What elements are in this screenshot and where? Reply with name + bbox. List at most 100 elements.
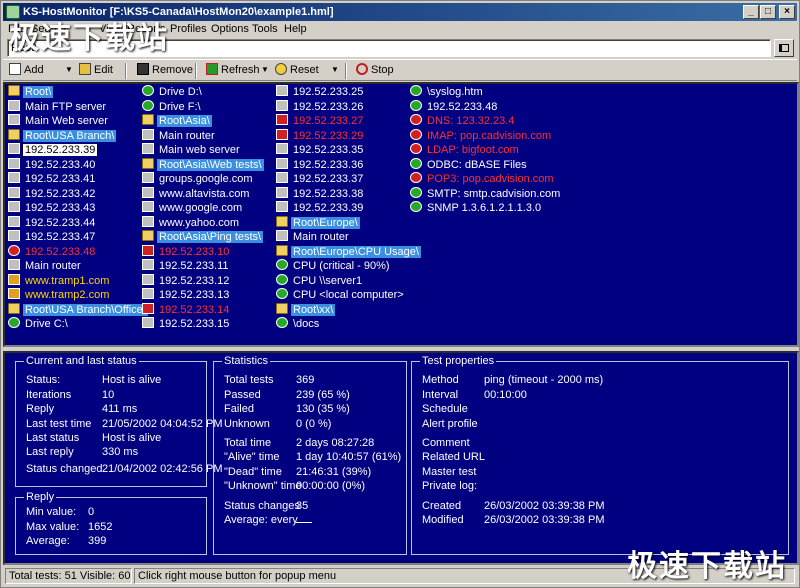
edit-button[interactable]: Edit <box>79 63 113 79</box>
field-value: 35 <box>296 500 309 512</box>
host-item[interactable]: www.tramp2.com <box>8 288 111 302</box>
host-item[interactable]: Main router <box>8 259 83 273</box>
host-item[interactable]: 192.52.233.39 <box>8 143 99 157</box>
host-item[interactable]: 192.52.233.48 <box>8 244 97 259</box>
host-item[interactable]: Main router <box>276 230 351 244</box>
host-item[interactable]: 192.52.233.36 <box>276 157 365 172</box>
host-item[interactable]: SNMP 1.3.6.1.2.1.1.3.0 <box>410 201 543 215</box>
host-item[interactable]: 192.52.233.12 <box>142 273 231 288</box>
host-item[interactable]: groups.google.com <box>142 172 255 186</box>
computer-icon <box>142 186 154 198</box>
field-value: Host is alive <box>102 432 162 444</box>
host-item[interactable]: 192.52.233.40 <box>8 157 97 172</box>
menu-profiles[interactable]: Profiles <box>170 23 207 35</box>
host-item[interactable]: Main FTP server <box>8 99 108 114</box>
host-item[interactable]: \syslog.htm <box>410 85 485 99</box>
reset-dropdown-icon[interactable]: ▼ <box>331 65 339 74</box>
host-label: 192.52.233.39 <box>293 202 364 214</box>
folder-item[interactable]: Root\Asia\Web tests\ <box>142 157 264 172</box>
host-item[interactable]: Main router <box>142 128 217 143</box>
folder-item[interactable]: Root\Europe\CPU Usage\ <box>276 244 421 259</box>
host-item[interactable]: 192.52.233.27 <box>276 114 365 128</box>
host-label: POP3: pop.cadvision.com <box>427 173 554 185</box>
host-item[interactable]: www.google.com <box>142 201 244 215</box>
host-label: Root\Europe\CPU Usage\ <box>291 245 421 258</box>
host-item[interactable]: CPU (critical - 90%) <box>276 259 392 273</box>
folder-item[interactable]: Root\Asia\ <box>142 114 212 128</box>
folder-item[interactable]: Root\Asia\Ping tests\ <box>142 230 264 244</box>
host-item[interactable]: POP3: pop.cadvision.com <box>410 172 556 186</box>
stop-button[interactable]: Stop <box>356 63 394 79</box>
reply-group: Reply Min value: 0 Max value: 1652 Average: 3… <box>15 491 207 555</box>
host-item[interactable]: SMTP: smtp.cadvision.com <box>410 186 562 201</box>
host-item[interactable]: LDAP: bigfoot.com <box>410 143 521 157</box>
host-item[interactable]: 192.52.233.29 <box>276 128 365 143</box>
host-item[interactable]: 192.52.233.47 <box>8 230 97 244</box>
host-list[interactable]: Root\ Main FTP server Main Web server Root\… <box>3 82 799 347</box>
folder-item[interactable]: Root\Europe\ <box>276 215 360 230</box>
host-label: 192.52.233.38 <box>293 187 364 200</box>
host-item[interactable]: CPU \\server1 <box>276 273 364 288</box>
computer-icon <box>8 114 20 125</box>
browse-folder-button[interactable] <box>774 39 794 57</box>
add-icon <box>9 63 21 75</box>
menu-help[interactable]: Help <box>284 23 307 35</box>
host-item[interactable]: 192.52.233.26 <box>276 99 365 114</box>
menu-options[interactable]: Options <box>211 23 249 35</box>
host-item[interactable]: 192.52.233.43 <box>8 201 97 215</box>
minimize-button[interactable]: _ <box>743 5 759 19</box>
computer-icon <box>276 99 288 111</box>
reset-button[interactable]: Reset <box>275 63 319 79</box>
host-item[interactable]: \docs <box>276 317 321 331</box>
folder-item[interactable]: Root\USA Branch\Office\ <box>8 302 148 317</box>
host-label: www.google.com <box>159 202 243 214</box>
host-item[interactable]: www.tramp1.com <box>8 273 111 288</box>
host-item[interactable]: Drive D:\ <box>142 85 204 99</box>
menu-tools[interactable]: Tools <box>252 23 278 35</box>
host-item[interactable]: 192.52.233.48 <box>410 99 499 114</box>
host-item[interactable]: 192.52.233.11 <box>142 259 231 273</box>
add-button[interactable]: Add <box>9 63 44 79</box>
host-item[interactable]: 192.52.233.10 <box>142 244 231 259</box>
folder-item[interactable]: Root\USA Branch\ <box>8 128 117 143</box>
host-item[interactable]: www.yahoo.com <box>142 215 241 230</box>
folder-item[interactable]: Root\ <box>8 85 54 99</box>
stop-icon <box>410 114 422 125</box>
refresh-button[interactable]: Refresh <box>206 63 260 79</box>
host-item[interactable]: 192.52.233.35 <box>276 143 365 157</box>
computer-icon <box>142 128 154 140</box>
host-item[interactable]: IMAP: pop.cadvision.com <box>410 128 553 143</box>
host-item[interactable]: 192.52.233.41 <box>8 172 97 186</box>
host-item[interactable]: 192.52.233.14 <box>142 302 231 317</box>
refresh-dropdown-icon[interactable]: ▼ <box>261 65 269 74</box>
folder-item[interactable]: Root\xx\ <box>276 302 336 317</box>
host-item[interactable]: www.altavista.com <box>142 186 251 201</box>
host-item[interactable]: ODBC: dBASE Files <box>410 157 529 172</box>
dead-computer-icon <box>142 302 154 314</box>
field-value: 399 <box>88 535 107 547</box>
add-dropdown-icon[interactable]: ▼ <box>65 65 73 74</box>
host-item[interactable]: DNS: 123.32.23.4 <box>410 114 516 128</box>
close-button[interactable]: × <box>779 5 795 19</box>
host-label: 192.52.233.15 <box>159 318 230 330</box>
host-item[interactable]: CPU <local computer> <box>276 288 406 302</box>
host-item[interactable]: Main web server <box>142 143 242 157</box>
host-item[interactable]: 192.52.233.38 <box>276 186 365 201</box>
host-item[interactable]: 192.52.233.37 <box>276 172 365 186</box>
computer-icon <box>8 259 20 270</box>
host-item[interactable]: 192.52.233.13 <box>142 288 231 302</box>
host-item[interactable]: Drive C:\ <box>8 317 70 331</box>
host-item[interactable]: 192.52.233.44 <box>8 215 97 230</box>
remove-button[interactable]: Remove <box>137 63 193 79</box>
host-item[interactable]: 192.52.233.25 <box>276 85 365 99</box>
host-item[interactable]: Drive F:\ <box>142 99 203 114</box>
host-item[interactable]: 192.52.233.15 <box>142 317 231 331</box>
host-item[interactable]: 192.52.233.42 <box>8 186 97 201</box>
maximize-button[interactable]: □ <box>760 5 776 19</box>
field-value: 26/03/2002 03:39:38 PM <box>484 514 605 526</box>
host-item[interactable]: Main Web server <box>8 114 110 128</box>
host-item[interactable]: 192.52.233.39 <box>276 201 365 215</box>
host-label: Main router <box>293 231 349 243</box>
host-label: Root\USA Branch\ <box>23 129 117 142</box>
info-panel: Current and last status Status: Host is a… <box>3 351 799 565</box>
